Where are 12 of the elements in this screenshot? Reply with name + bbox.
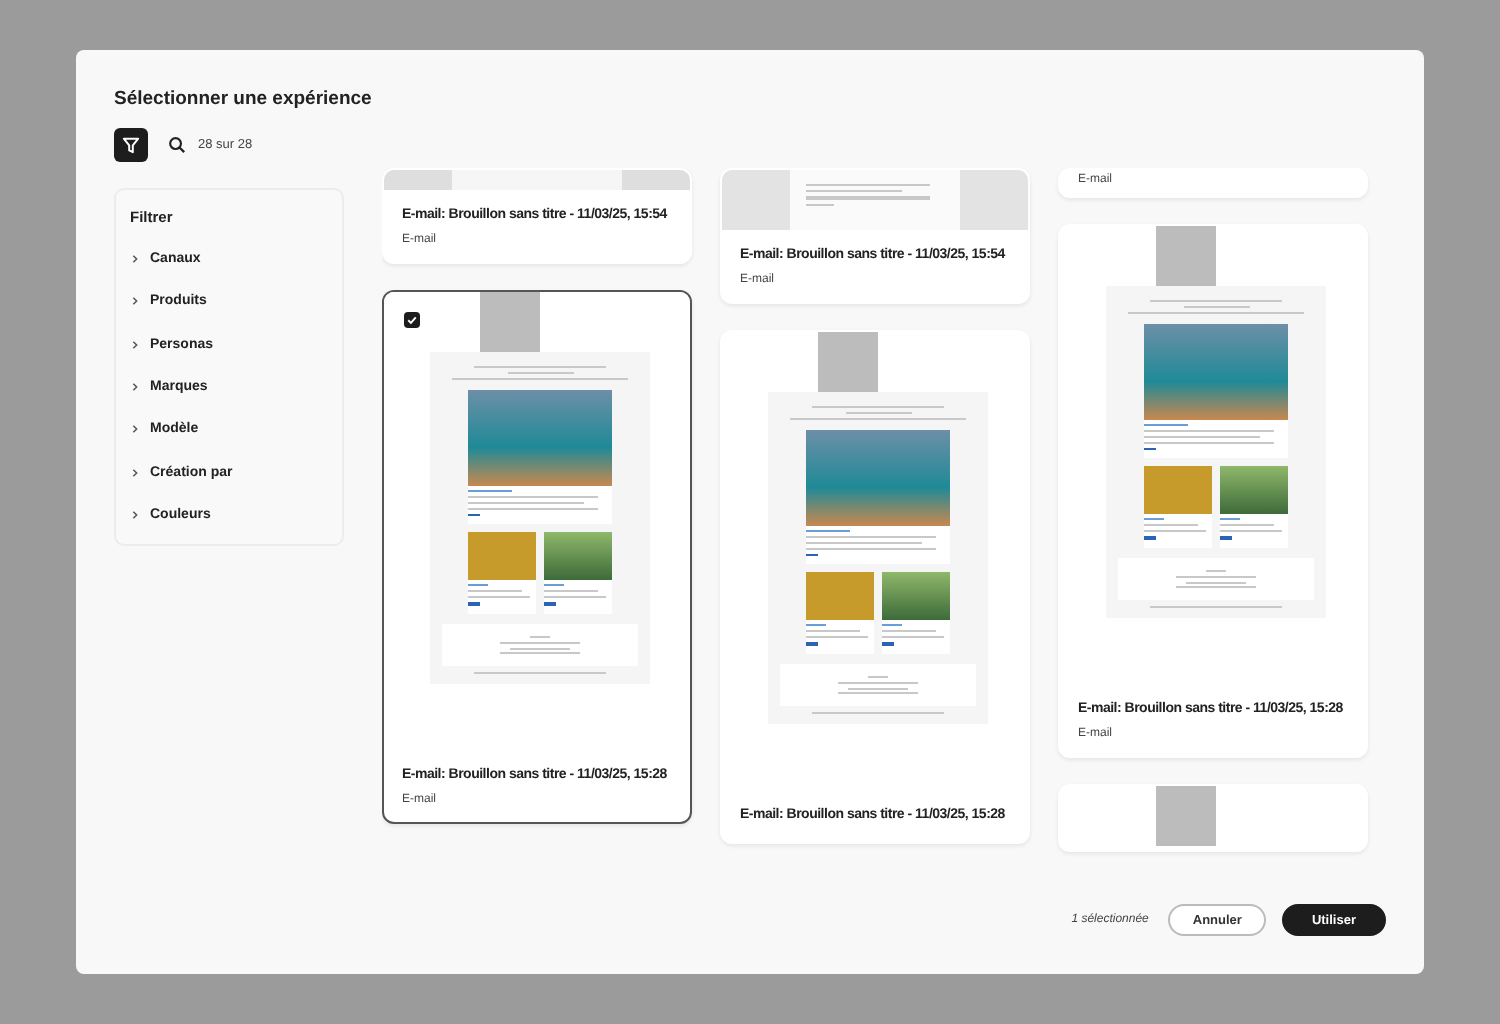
dialog-title: Sélectionner une expérience [114, 88, 374, 112]
filter-button[interactable] [114, 128, 148, 162]
checkbox[interactable] [404, 312, 420, 328]
filter-icon [122, 136, 140, 154]
chevron-icon [130, 296, 140, 307]
chevron-icon [130, 509, 140, 520]
chevron-icon [130, 424, 140, 435]
chevron-icon [130, 467, 140, 478]
chevron-icon [130, 382, 140, 393]
search-icon[interactable] [168, 136, 186, 154]
chevron-icon [130, 339, 140, 350]
chevron-icon [130, 254, 140, 265]
